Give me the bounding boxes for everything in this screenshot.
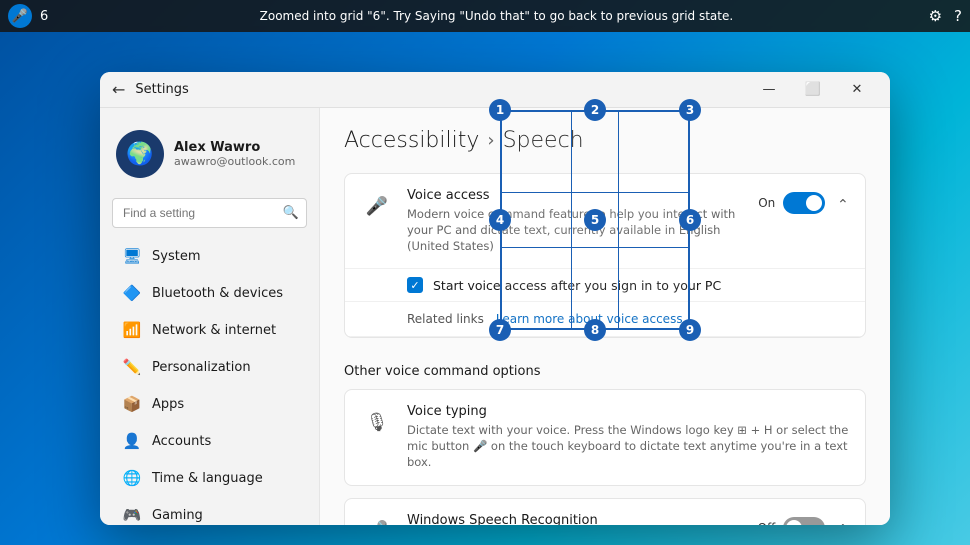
voice-access-toggle[interactable] [783,192,825,214]
sidebar-label-system: System [152,249,200,264]
toggle-thumb [806,195,822,211]
sidebar-item-bluetooth[interactable]: 🔷 Bluetooth & devices [106,275,313,311]
breadcrumb-current: Speech [503,128,584,153]
sidebar-item-network[interactable]: 📶 Network & internet [106,312,313,348]
sidebar-item-personalization[interactable]: ✏️ Personalization [106,349,313,385]
sidebar-label-accounts: Accounts [152,434,211,449]
apps-icon: 📦 [122,394,142,414]
voice-access-header-row: 🎤 Voice access Modern voice command feat… [345,174,865,269]
voice-access-checkbox-label: Start voice access after you sign in to … [433,278,721,293]
speech-recognition-toggle-label: Off [758,521,776,525]
taskbar-icon-group: ⚙ ? [929,7,962,25]
speech-recognition-text: Windows Speech Recognition Classic voice… [407,513,746,525]
avatar: 🌍 [116,130,164,178]
search-box: 🔍 [112,198,307,228]
settings-body: 🌍 Alex Wawro awawro@outlook.com 🔍 🖥 Syst… [100,108,890,525]
window-controls: — ⬜ ✕ [748,75,878,105]
related-links-label: Related links [407,312,484,326]
sidebar-label-gaming: Gaming [152,508,203,523]
voice-typing-row: 🎙 Voice typing Dictate text with your vo… [345,390,865,484]
sidebar-item-gaming[interactable]: 🎮 Gaming [106,497,313,525]
voice-typing-card: 🎙 Voice typing Dictate text with your vo… [344,389,866,485]
search-icon: 🔍 [283,206,299,221]
network-icon: 📶 [122,320,142,340]
voice-access-text: Voice access Modern voice command featur… [407,188,746,254]
sidebar-label-bluetooth: Bluetooth & devices [152,286,283,301]
voice-access-checkbox-row[interactable]: ✓ Start voice access after you sign in t… [345,269,865,302]
time-icon: 🌐 [122,468,142,488]
speech-recognition-icon: 🎤 [361,515,393,525]
voice-access-checkbox[interactable]: ✓ [407,277,423,293]
speech-recognition-toggle[interactable] [783,517,825,525]
breadcrumb: Accessibility › Speech [344,128,866,153]
sidebar-item-apps[interactable]: 📦 Apps [106,386,313,422]
voice-access-control: On ⌄ [758,192,849,214]
grid-number: 6 [40,9,48,24]
close-button[interactable]: ✕ [836,75,878,105]
sidebar-item-time[interactable]: 🌐 Time & language [106,460,313,496]
main-content: Accessibility › Speech 🎤 Voice access Mo… [320,108,890,525]
sidebar: 🌍 Alex Wawro awawro@outlook.com 🔍 🖥 Syst… [100,108,320,525]
voice-access-title: Voice access [407,188,746,203]
help-icon[interactable]: ? [954,7,962,25]
mic-icon: 🎤 [12,9,28,24]
related-links-row: Related links Learn more about voice acc… [345,302,865,337]
mic-button[interactable]: 🎤 [8,4,32,28]
breadcrumb-parent[interactable]: Accessibility [344,128,479,153]
sidebar-label-network: Network & internet [152,323,276,338]
voice-typing-icon: 🎙 [361,406,393,438]
voice-access-toggle-label: On [758,196,775,210]
toggle-thumb-sr [786,520,802,525]
speech-recognition-card: 🎤 Windows Speech Recognition Classic voi… [344,498,866,525]
speech-recognition-header-row: 🎤 Windows Speech Recognition Classic voi… [345,499,865,525]
maximize-button[interactable]: ⬜ [792,75,834,105]
speech-recognition-control: Off ⌄ [758,517,849,525]
voice-typing-description: Dictate text with your voice. Press the … [407,422,849,470]
settings-window: ← Settings — ⬜ ✕ 🌍 Alex Wawro awawro@out… [100,72,890,525]
sidebar-item-accounts[interactable]: 👤 Accounts [106,423,313,459]
user-name: Alex Wawro [174,140,295,155]
speech-recognition-title: Windows Speech Recognition [407,513,746,525]
voice-access-icon: 🎤 [361,190,393,222]
taskbar: 🎤 6 Zoomed into grid "6". Try Saying "Un… [0,0,970,32]
sidebar-label-personalization: Personalization [152,360,251,375]
related-link-voice-access[interactable]: Learn more about voice access [496,312,683,326]
voice-typing-text: Voice typing Dictate text with your voic… [407,404,849,470]
minimize-button[interactable]: — [748,75,790,105]
search-input[interactable] [112,198,307,228]
other-options-heading: Other voice command options [344,350,866,389]
sidebar-item-system[interactable]: 🖥 System [106,238,313,274]
voice-access-card: 🎤 Voice access Modern voice command feat… [344,173,866,338]
user-info: Alex Wawro awawro@outlook.com [174,140,295,168]
bluetooth-icon: 🔷 [122,283,142,303]
user-email: awawro@outlook.com [174,155,295,168]
settings-icon[interactable]: ⚙ [929,7,942,25]
voice-access-description: Modern voice command feature to help you… [407,206,746,254]
back-button[interactable]: ← [112,80,125,99]
voice-typing-title: Voice typing [407,404,849,419]
breadcrumb-separator: › [487,130,494,151]
gaming-icon: 🎮 [122,505,142,525]
window-title: Settings [135,82,188,97]
speech-recognition-collapse-arrow[interactable]: ⌄ [837,520,849,525]
voice-access-collapse-arrow[interactable]: ⌄ [837,195,849,211]
taskbar-message: Zoomed into grid "6". Try Saying "Undo t… [64,9,928,23]
accounts-icon: 👤 [122,431,142,451]
personalization-icon: ✏️ [122,357,142,377]
title-bar: ← Settings — ⬜ ✕ [100,72,890,108]
sidebar-label-time: Time & language [152,471,263,486]
system-icon: 🖥 [122,246,142,266]
user-profile[interactable]: 🌍 Alex Wawro awawro@outlook.com [100,118,319,190]
sidebar-label-apps: Apps [152,397,184,412]
